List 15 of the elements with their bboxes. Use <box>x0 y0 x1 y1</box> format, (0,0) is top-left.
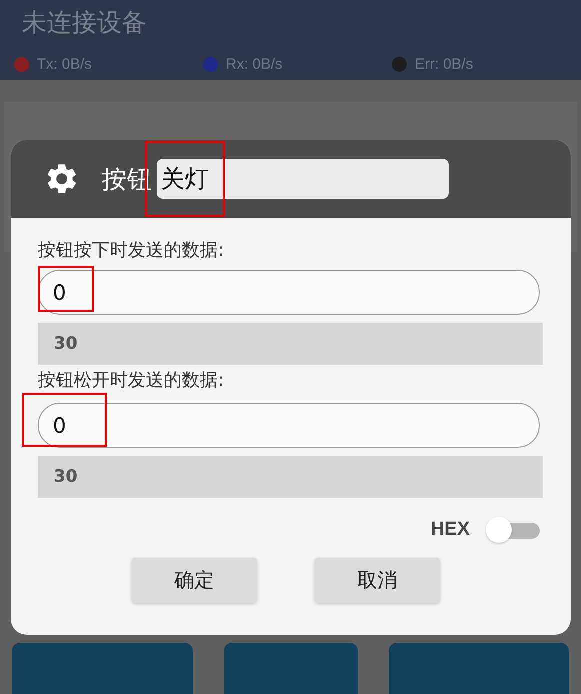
data-field[interactable]: 0 <box>38 403 540 448</box>
cancel-button[interactable]: 取消 <box>315 558 440 603</box>
confirm-button[interactable]: 确定 <box>132 558 257 603</box>
app-title: 未连接设备 <box>22 7 148 39</box>
preview-text: 30 <box>54 334 78 354</box>
data-field[interactable]: 0 <box>38 270 540 315</box>
preview-text: 30 <box>54 467 78 487</box>
field-label: 按钮按下时发送的数据: <box>38 239 226 256</box>
hex-label: HEX <box>430 519 470 541</box>
stat-label: Rx: 0B/s <box>226 56 283 73</box>
field-label: 按钮松开时发送的数据: <box>38 369 226 391</box>
stat-label: Tx: 0B/s <box>37 56 92 73</box>
stat-label: Err: 0B/s <box>415 56 474 73</box>
name-field[interactable]: 关灯 <box>157 159 449 199</box>
hex-switch[interactable] <box>486 516 542 544</box>
